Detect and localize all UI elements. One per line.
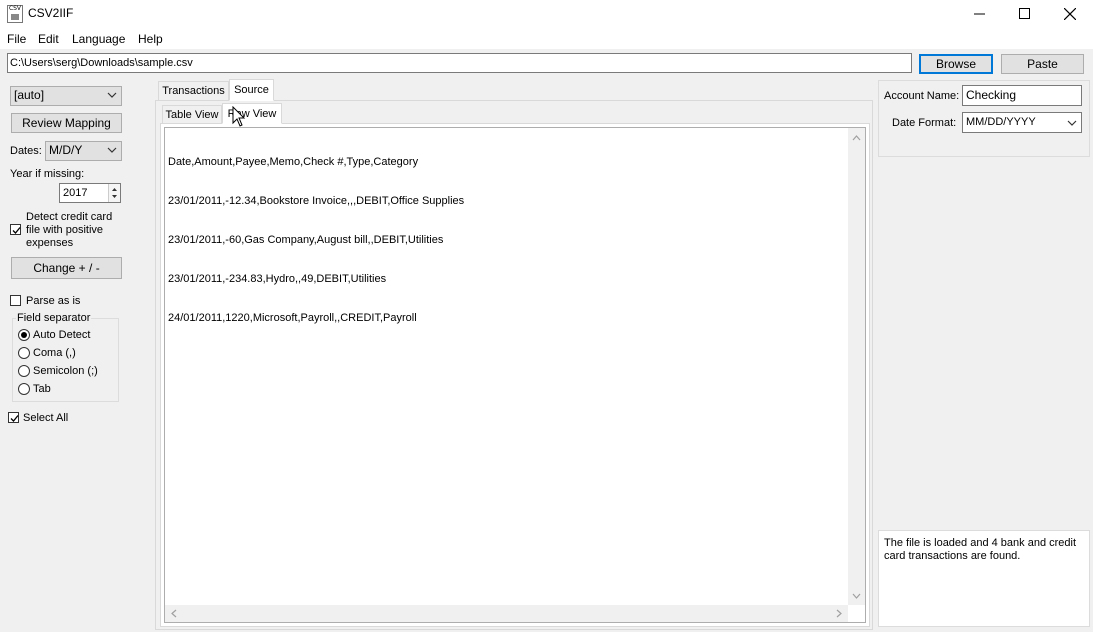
detect-credit-card-checkbox[interactable] — [10, 224, 21, 235]
tab-transactions[interactable]: Transactions — [158, 81, 229, 101]
radio-auto-detect[interactable] — [18, 329, 30, 341]
radio-coma-label: Coma (,) — [33, 347, 76, 359]
select-all-label: Select All — [23, 412, 69, 424]
window-title: CSV2IIF — [28, 6, 74, 20]
status-message: The file is loaded and 4 bank and credit… — [878, 530, 1090, 627]
menu-help[interactable]: Help — [138, 32, 163, 46]
detect-credit-card-label: Detect credit card file with positive ex… — [26, 211, 113, 249]
date-format-label: Date Format: — [892, 117, 957, 129]
year-missing-label: Year if missing: — [10, 168, 85, 180]
date-format-combo[interactable]: MM/DD/YYYY — [962, 112, 1082, 133]
mouse-cursor-icon — [232, 106, 246, 127]
radio-tab[interactable] — [18, 383, 30, 395]
radio-auto-detect-label: Auto Detect — [33, 329, 91, 341]
title-bar — [0, 0, 1093, 27]
close-icon — [1064, 7, 1076, 20]
radio-semicolon[interactable] — [18, 365, 30, 377]
scroll-arrows-icon — [852, 135, 861, 599]
vertical-scrollbar[interactable] — [848, 128, 865, 605]
year-stepper[interactable]: 2017 — [59, 183, 121, 203]
minimize-icon — [973, 13, 985, 15]
menu-bar — [0, 27, 1093, 49]
checkmark-icon — [12, 227, 21, 234]
tab-source[interactable]: Source — [229, 79, 274, 101]
csv-file-icon: CSV — [7, 5, 23, 23]
dates-combo[interactable]: M/D/Y — [45, 141, 122, 161]
parse-as-is-checkbox[interactable] — [10, 295, 21, 306]
maximize-icon — [1018, 8, 1030, 19]
field-separator-title: Field separator — [16, 312, 92, 324]
select-all-checkbox[interactable] — [8, 412, 19, 423]
radio-coma[interactable] — [18, 347, 30, 359]
checkmark-icon — [10, 415, 19, 422]
file-path-input[interactable]: C:\Users\serg\Downloads\sample.csv — [7, 53, 912, 73]
close-button[interactable] — [1047, 0, 1093, 27]
review-mapping-button[interactable]: Review Mapping — [11, 113, 122, 133]
horizontal-scrollbar[interactable] — [165, 605, 848, 622]
maximize-button[interactable] — [1001, 0, 1047, 27]
parse-as-is-label: Parse as is — [26, 295, 81, 307]
stepper-buttons[interactable] — [108, 184, 120, 202]
format-combo[interactable]: [auto] — [10, 86, 122, 106]
chevron-down-icon — [107, 147, 117, 153]
menu-language[interactable]: Language — [72, 32, 125, 46]
browse-button[interactable]: Browse — [919, 54, 993, 74]
year-value: 2017 — [63, 187, 88, 199]
raw-text-content: Date,Amount,Payee,Memo,Check #,Type,Cate… — [168, 156, 465, 324]
tab-table-view[interactable]: Table View — [162, 105, 222, 124]
chevron-down-icon — [107, 92, 117, 98]
menu-file[interactable]: File — [7, 32, 26, 46]
scroll-arrows-icon — [171, 609, 842, 618]
account-name-input[interactable]: Checking — [962, 85, 1082, 106]
minimize-button[interactable] — [956, 0, 1002, 27]
dates-label: Dates: — [10, 145, 42, 157]
paste-button[interactable]: Paste — [1001, 54, 1084, 74]
radio-tab-label: Tab — [33, 383, 51, 395]
account-name-label: Account Name: — [884, 90, 960, 102]
chevron-down-icon — [1067, 120, 1077, 126]
change-sign-button[interactable]: Change + / - — [11, 257, 122, 279]
radio-semicolon-label: Semicolon (;) — [33, 365, 98, 377]
menu-edit[interactable]: Edit — [38, 32, 59, 46]
tab-raw-view[interactable]: Raw View — [222, 103, 282, 124]
stepper-arrows-icon — [112, 188, 117, 198]
